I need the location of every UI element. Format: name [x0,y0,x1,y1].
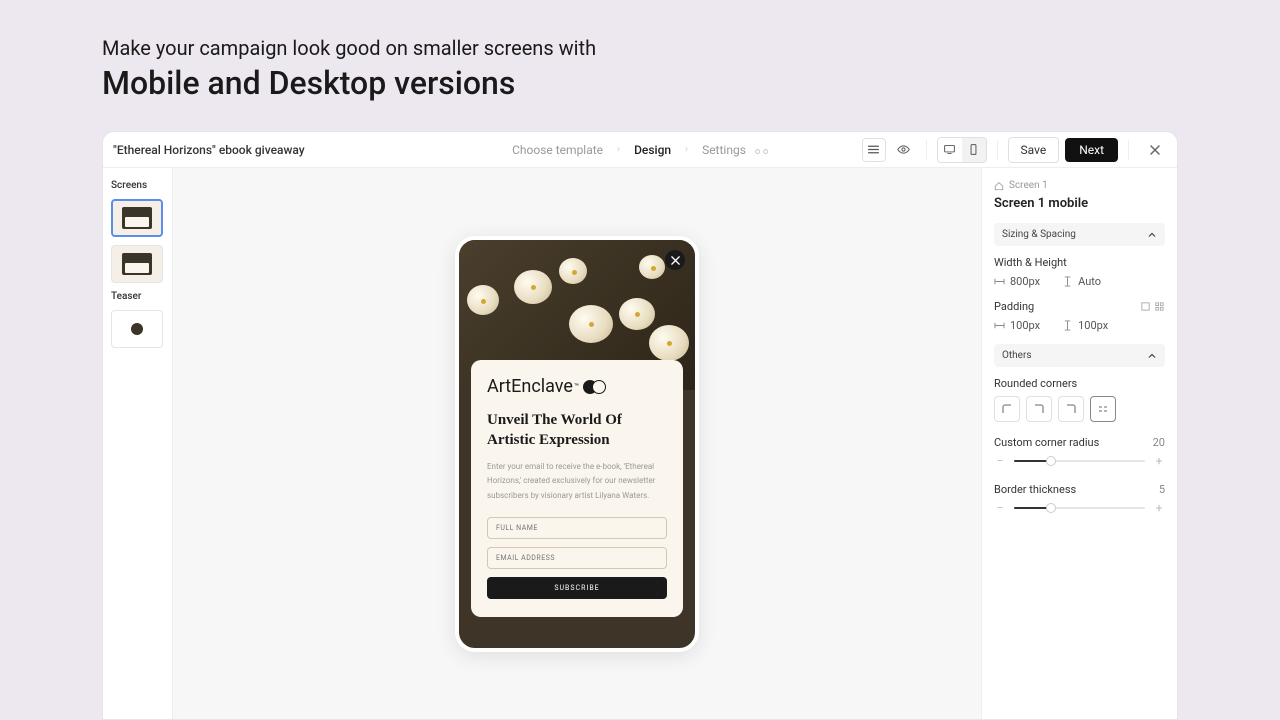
save-button[interactable]: Save [1008,137,1060,163]
sidebar: Screens Teaser [103,168,173,719]
corner-tr-icon [1033,403,1045,415]
divider [926,140,927,160]
sizing-spacing-section[interactable]: Sizing & Spacing [994,223,1165,246]
campaign-name: "Ethereal Horizons" ebook giveaway [113,143,305,157]
padding-row: 100px 100px [994,319,1165,332]
popup-card: ArtEnclave™ Unveil The World Of Artistic… [471,360,683,617]
width-field[interactable]: 800px [994,275,1040,288]
layers-icon [867,143,880,156]
inspector: Screen 1 Screen 1 mobile Sizing & Spacin… [981,168,1177,719]
brand-logo: ArtEnclave™ [487,376,667,397]
width-height-row: 800px Auto [994,275,1165,288]
mobile-view-button[interactable] [962,138,986,162]
padding-v-icon [1062,320,1073,331]
crumb-settings[interactable]: Settings [702,143,768,157]
custom-radius-label: Custom corner radius 20 [994,436,1165,449]
next-button[interactable]: Next [1065,138,1118,162]
padding-h-icon [994,320,1005,331]
minus-button[interactable]: − [994,455,1006,467]
close-icon [671,256,680,265]
others-section[interactable]: Others [994,344,1165,367]
height-field[interactable]: Auto [1062,275,1101,288]
chevron-right-icon: › [617,144,620,155]
desktop-icon [943,143,956,156]
popup-title: Unveil The World Of Artistic Expression [487,411,667,450]
desktop-view-button[interactable] [938,138,962,162]
popup-description: Enter your email to receive the e-book, … [487,460,667,503]
screens-label: Screens [111,180,164,191]
step-dots-icon [755,149,768,154]
padding-horizontal-field[interactable]: 100px [994,319,1040,332]
close-button[interactable] [1143,138,1167,162]
subscribe-button[interactable]: SUBSCRIBE [487,577,667,599]
corner-br-icon [1065,403,1077,415]
rounded-corners-label: Rounded corners [994,377,1165,390]
slider-track[interactable] [1014,507,1145,509]
plus-button[interactable]: + [1153,455,1165,467]
preview-button[interactable] [892,138,916,162]
app-body: Screens Teaser [103,168,1177,719]
phone-preview: ArtEnclave™ Unveil The World Of Artistic… [455,236,699,652]
padding-linked-icon[interactable] [1140,301,1151,312]
breadcrumbs: Choose template › Design › Settings [512,143,768,157]
layers-button[interactable] [862,138,886,162]
slider-thumb[interactable] [1046,503,1056,513]
page-subtitle: Make your campaign look good on smaller … [102,36,1178,60]
padding-individual-icon[interactable] [1154,301,1165,312]
border-thickness-slider: − + [994,502,1165,514]
chevron-up-icon [1147,230,1157,240]
email-input[interactable] [487,547,667,569]
divider [1128,140,1129,160]
inspector-title: Screen 1 mobile [994,196,1165,211]
inspector-breadcrumb[interactable]: Screen 1 [994,180,1165,191]
slider-track[interactable] [1014,460,1145,462]
topbar: "Ethereal Horizons" ebook giveaway Choos… [103,132,1177,168]
minus-button[interactable]: − [994,502,1006,514]
width-icon [994,276,1005,287]
corner-br-button[interactable] [1058,396,1084,422]
padding-label: Padding [994,300,1165,313]
close-icon [1149,144,1161,156]
teaser-label: Teaser [111,291,164,302]
corner-all-button[interactable] [1090,396,1116,422]
border-thickness-label: Border thickness 5 [994,483,1165,496]
marketing-header: Make your campaign look good on smaller … [0,0,1280,122]
teaser-thumb[interactable] [111,310,163,348]
screen-thumb-1[interactable] [111,199,163,237]
home-icon [994,181,1004,191]
height-icon [1062,276,1073,287]
chevron-up-icon [1147,351,1157,361]
slider-thumb[interactable] [1046,456,1056,466]
app-window: "Ethereal Horizons" ebook giveaway Choos… [102,131,1178,720]
corner-all-icon [1097,403,1109,415]
mobile-icon [967,143,980,156]
divider [997,140,998,160]
corner-tl-icon [1001,403,1013,415]
width-height-label: Width & Height [994,256,1165,269]
corner-tl-button[interactable] [994,396,1020,422]
topbar-right: Save Next [862,137,1167,163]
brand-mark-icon [583,380,606,394]
chevron-right-icon: › [685,144,688,155]
eye-icon [897,143,910,156]
canvas[interactable]: ArtEnclave™ Unveil The World Of Artistic… [173,168,981,719]
screen-thumb-2[interactable] [111,245,163,283]
crumb-design[interactable]: Design [634,143,671,157]
popup-close-button[interactable] [665,250,685,270]
page-title: Mobile and Desktop versions [102,64,1178,102]
corner-buttons [994,396,1165,422]
device-toggle [937,137,987,163]
padding-vertical-field[interactable]: 100px [1062,319,1108,332]
full-name-input[interactable] [487,517,667,539]
corner-tr-button[interactable] [1026,396,1052,422]
custom-radius-slider: − + [994,455,1165,467]
crumb-choose-template[interactable]: Choose template [512,143,603,157]
plus-button[interactable]: + [1153,502,1165,514]
